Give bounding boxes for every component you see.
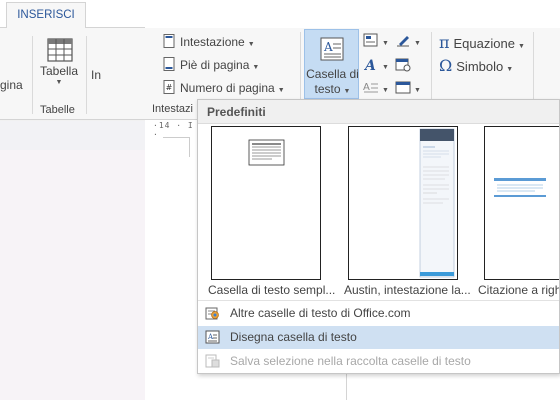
draw-text-box-icon: A [205,330,220,344]
simple-text-box-preview [248,139,285,166]
svg-text:A: A [207,333,214,341]
tab-inserisci[interactable]: INSERISCI [6,2,86,29]
equazione-label: Equazione [453,36,515,51]
menu-item-salva-selezione[interactable]: Salva selezione nella raccolta caselle d… [198,350,559,373]
page-number-icon: # [163,80,175,94]
chevron-down-icon: ▼ [517,43,525,50]
object-button[interactable]: ▼ [395,80,421,95]
page-corner [163,137,190,157]
table-icon [47,38,73,62]
text-box-icon: A [320,37,344,61]
wordart-button[interactable]: A ▼ [363,57,389,74]
document-area-lower [0,150,145,400]
pie-di-pagina-label: Piè di pagina [180,58,250,72]
office-com-icon [205,307,219,320]
dropcap-button[interactable]: A ▼ [363,80,389,95]
text-box-gallery: Predefiniti Casella di testo sempl... Au… [197,99,560,374]
ribbon-divider [32,36,33,114]
menu-item-altre-caselle[interactable]: Altre caselle di testo di Office.com [198,302,559,325]
chevron-down-icon: ▼ [382,87,389,94]
citazione-preview [494,178,546,197]
footer-icon [163,57,175,71]
simbolo-button[interactable]: Ω Simbolo ▼ [439,56,513,75]
svg-text:#: # [166,83,173,92]
chevron-down-icon: ▼ [414,40,421,47]
dropcap-icon: A [363,82,378,93]
casella-label-line1: Casella di [306,67,359,81]
immagini-label-cut[interactable]: In [91,68,101,82]
quick-parts-button[interactable]: ▼ [363,33,389,48]
chevron-down-icon: ▼ [252,64,260,71]
equazione-button[interactable]: π Equazione ▼ [439,33,525,52]
date-time-button[interactable] [395,57,411,72]
horizontal-ruler: ·14 · I · [153,121,194,139]
omega-icon: Ω [439,56,453,75]
intestazione-button[interactable]: Intestazione ▼ [162,34,255,49]
thumbnail-label: Casella di testo sempl... [208,283,336,297]
casella-label-line2: testo [314,82,341,96]
left-word-window: INSERISCI gina Tabella ▼ Tabelle In [0,0,145,400]
chevron-down-icon: ▼ [277,87,285,94]
casella-di-testo-button[interactable]: A Casella di testo ▼ [304,29,359,99]
save-selection-icon [205,354,220,368]
simbolo-label: Simbolo [456,59,504,74]
menu-item-label: Altre caselle di testo di Office.com [230,306,411,320]
pagina-label-cut[interactable]: gina [0,78,23,92]
tab-row: INSERISCI [0,0,145,29]
gallery-divider [198,300,559,301]
gallery-header: Predefiniti [198,100,559,124]
chevron-down-icon: ▼ [382,40,389,47]
tabella-label: Tabella [39,64,79,78]
wordart-icon: A [363,58,376,74]
menu-item-disegna-casella[interactable]: A Disegna casella di testo [198,326,559,349]
svg-text:A: A [363,58,376,72]
numero-di-pagina-button[interactable]: # Numero di pagina ▼ [162,80,285,95]
thumbnail-austin-sidebar[interactable] [348,126,458,280]
page-edge [346,370,347,400]
chevron-down-icon: ▼ [382,64,389,71]
austin-sidebar-preview [419,128,455,278]
pie-di-pagina-button[interactable]: Piè di pagina ▼ [162,57,259,72]
group-label-intestazione: Intestazi [152,103,193,115]
chevron-down-icon: ▼ [55,79,63,86]
group-label-tabelle: Tabelle [40,104,75,116]
calendar-icon [395,58,411,72]
thumbnail-label: Austin, intestazione la... [344,283,471,297]
chevron-down-icon: ▼ [506,66,514,73]
thumbnail-label: Citazione a righe [478,283,560,297]
menu-item-label: Disegna casella di testo [230,330,357,344]
menu-item-label: Salva selezione nella raccolta caselle d… [230,354,471,368]
thumbnail-simple-text-box[interactable] [211,126,321,280]
intestazione-label: Intestazione [180,35,245,49]
chevron-down-icon: ▼ [247,41,255,48]
svg-text:A: A [323,40,333,54]
chevron-down-icon: ▼ [414,87,421,94]
svg-text:A: A [363,82,370,93]
object-icon [395,81,411,94]
quick-parts-icon [363,33,378,47]
header-icon [163,34,175,48]
signature-line-button[interactable]: ▼ [395,33,421,48]
chevron-down-icon: ▼ [343,88,351,95]
numero-di-pagina-label: Numero di pagina [180,81,275,95]
ribbon-divider [86,36,87,114]
signature-pen-icon [397,36,409,47]
ribbon-left: gina Tabella ▼ Tabelle In [0,28,145,120]
tabella-button[interactable]: Tabella ▼ [36,32,82,102]
thumbnail-citazione-a-righe[interactable] [484,126,559,280]
pi-icon: π [439,33,450,52]
